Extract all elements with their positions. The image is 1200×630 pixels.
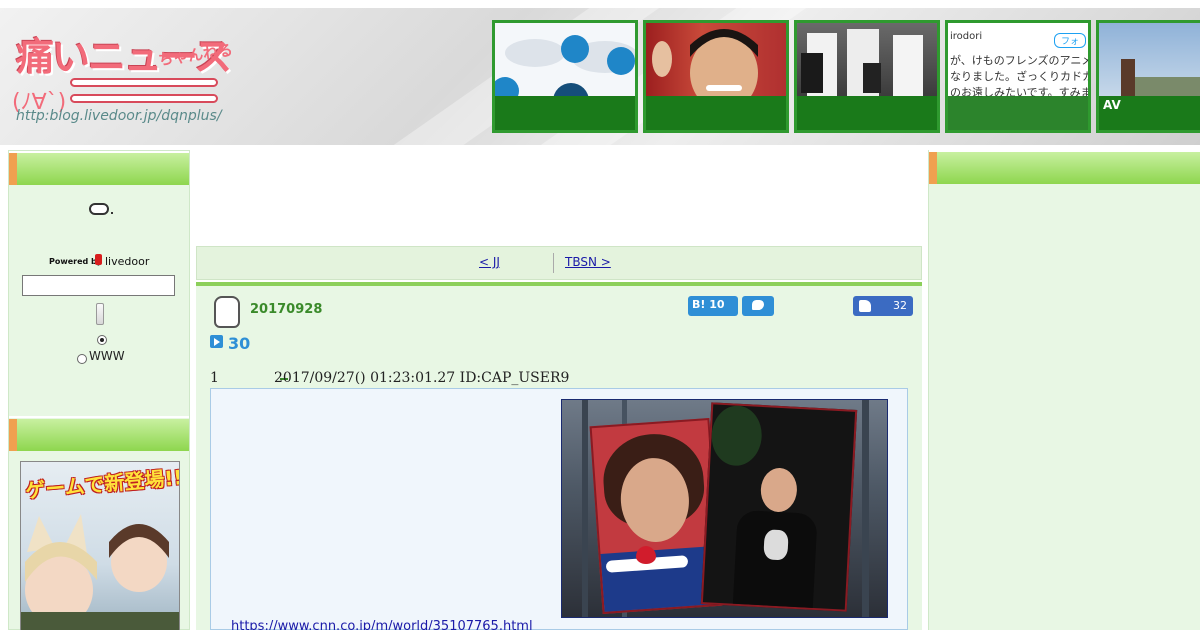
thumbnail-label: AV (1103, 98, 1121, 112)
featured-thumbnail[interactable] (643, 20, 789, 133)
res-meta: 2017/09/27() 01:23:01.27 ID:CAP_USER9 (274, 370, 570, 386)
logo-decoration (70, 94, 218, 103)
thumbnail-caption-bar (495, 96, 635, 130)
post-body: https://www.cnn.co.jp/m/world/35107765.h… (210, 388, 908, 630)
face-shape (759, 467, 799, 513)
like-count: 32 (893, 299, 907, 312)
featured-thumbnail[interactable]: irodori フォ が、けものフレンズのアニメ なりました。ざっくりカドカ の… (945, 20, 1091, 133)
sidebar-section-header (929, 152, 1200, 184)
featured-thumbnail[interactable] (492, 20, 638, 133)
post-title[interactable]: 30 (228, 334, 250, 353)
nav-divider (553, 253, 554, 273)
thumbnail-image (797, 23, 937, 99)
featured-thumbnail[interactable] (794, 20, 940, 133)
prev-article-link[interactable]: < JJ (479, 255, 500, 269)
follow-button[interactable]: フォ (1053, 33, 1086, 48)
twitter-bird-icon (752, 300, 764, 310)
thumbnail-image (1099, 23, 1200, 99)
radio-www-label: WWW (89, 349, 125, 363)
thumbnail-image (646, 23, 786, 111)
tweet-button[interactable] (742, 296, 774, 316)
search-input[interactable] (22, 275, 175, 296)
thumbnail-caption-bar (948, 96, 1088, 130)
radio-www[interactable] (77, 354, 87, 364)
left-sidebar: Powered by livedoor WWW ゲームで新登場!! (8, 150, 190, 630)
cat-icon (214, 296, 240, 328)
main-content: < JJ TBSN > 20170928 B! 10 32 30 1 2017/… (190, 150, 928, 630)
portrait-graphic (652, 29, 758, 111)
thumbnail-image (495, 23, 635, 119)
dot-icon (111, 212, 113, 214)
post-date: 20170928 (250, 302, 323, 317)
next-article-link[interactable]: TBSN > (565, 255, 611, 269)
facebook-like-button[interactable]: 32 (853, 296, 913, 316)
world-map-graphic (495, 35, 635, 119)
site-logo[interactable]: 痛いニュース ちゃんねる (ﾉ∀`) http:blog.livedoor.jp… (8, 22, 234, 130)
logo-decoration (70, 78, 218, 87)
anime-characters-graphic (21, 514, 179, 630)
article: 20170928 B! 10 32 30 1 2017/09/27() 01:2… (196, 286, 922, 630)
sidebar-section-header (9, 153, 189, 185)
thumbnail-text: が、けものフレンズのアニメ なりました。ざっくりカドカ のお遠しみたいです。すみ… (950, 54, 1091, 99)
thumbnail-caption-bar (797, 96, 937, 130)
building-graphic (1121, 59, 1200, 99)
thumbs-up-icon (859, 300, 871, 312)
sidebar-section-header (9, 419, 189, 451)
res-number: 1 (210, 370, 219, 386)
shirt-print-shape (763, 529, 789, 561)
play-icon (210, 335, 223, 348)
site-header: 痛いニュース ちゃんねる (ﾉ∀`) http:blog.livedoor.jp… (0, 0, 1200, 145)
students-graphic (801, 29, 923, 99)
right-sidebar (928, 150, 1200, 630)
hatena-count: B! 10 (692, 298, 725, 311)
clothing-shape (732, 509, 818, 612)
sidebar-separator (9, 416, 189, 418)
heart-icon (636, 546, 656, 564)
news-photo[interactable] (561, 399, 888, 618)
livedoor-logo-text: livedoor (105, 255, 150, 268)
thumbnail-brand: irodori (950, 31, 983, 42)
logo-url-text: http:blog.livedoor.jp/dqnplus/ (16, 108, 222, 124)
game-ad-banner[interactable]: ゲームで新登場!! (20, 461, 180, 630)
hatena-bookmark-button[interactable]: B! 10 (688, 296, 738, 316)
livedoor-logo-icon (95, 254, 102, 265)
thumbnail-caption-bar (646, 96, 786, 130)
radio-blog[interactable] (97, 335, 107, 345)
smile-icon (89, 203, 109, 215)
foliage-shape (710, 404, 764, 467)
news-source-link[interactable]: https://www.cnn.co.jp/m/world/35107765.h… (231, 619, 533, 630)
man-photo (700, 402, 858, 612)
article-nav-bar: < JJ TBSN > (196, 246, 922, 280)
featured-thumbnail[interactable]: AV (1096, 20, 1200, 133)
search-button[interactable] (96, 303, 104, 325)
